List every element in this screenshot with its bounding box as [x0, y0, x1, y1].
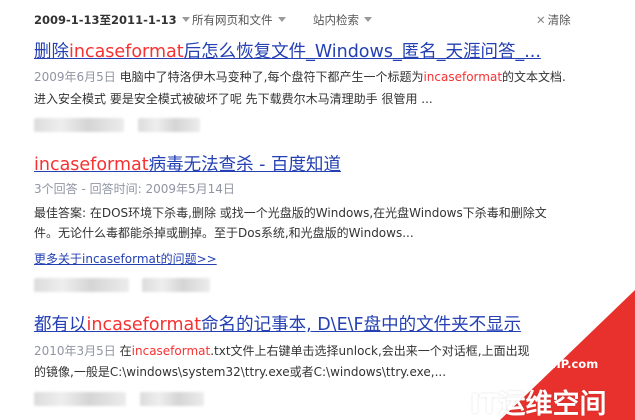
snippet-text: 在	[119, 344, 132, 358]
file-scope-label: 所有网页和文件	[192, 13, 273, 27]
snippet-text: 电脑中了特洛伊木马变种了,每个盘符下都产生一个标题为	[119, 70, 424, 84]
title-highlight: incaseformat	[34, 155, 149, 175]
result-date: 2009年6月5日	[34, 70, 116, 84]
watermark-site: www.94IP.com	[505, 357, 599, 371]
blurred-url	[142, 278, 210, 292]
result-snippet-line: 件。无论什么毒都能杀掉或删掉。至于Dos系统,和光盘版的Windows...	[34, 226, 414, 240]
blurred-url	[34, 392, 126, 406]
blurred-url	[138, 118, 200, 132]
file-scope-filter[interactable]: 所有网页和文件	[192, 12, 286, 28]
result-title-link[interactable]: incaseformat病毒无法查杀 - 百度知道	[34, 154, 341, 176]
time-range-label: 2009-1-13至2011-1-13	[34, 13, 177, 27]
result-date: 2010年3月5日	[34, 344, 116, 358]
clear-label: 清除	[547, 13, 571, 27]
title-text: 命名的记事本, D\E\F盘中的文件夹不显示	[201, 315, 522, 335]
title-text: 都有以	[34, 315, 87, 335]
clear-filters-button[interactable]: ✕ 清除	[536, 12, 571, 28]
result-snippet-line: 2009年6月5日 电脑中了特洛伊木马变种了,每个盘符下都产生一个标题为inca…	[34, 68, 566, 86]
snippet-highlight: incaseformat	[423, 70, 503, 84]
title-text: 病毒无法查杀 - 百度知道	[148, 155, 342, 175]
snippet-text: .txt文件上右键单击选择unlock,会出来一个对话框,上面出现	[210, 344, 530, 358]
title-text: 删除	[34, 42, 69, 62]
watermark-logo: IT运维空间	[470, 389, 607, 420]
search-filter-bar: 2009-1-13至2011-1-13 所有网页和文件 站内检索 ✕ 清除	[0, 0, 635, 40]
title-text: 后怎么恢复文件_Windows_匿名_天涯问答_...	[183, 42, 541, 62]
blurred-url	[34, 118, 124, 132]
time-range-filter[interactable]: 2009-1-13至2011-1-13	[34, 12, 190, 28]
snippet-highlight: incaseformat	[131, 344, 211, 358]
result-meta: 3个回答 - 回答时间: 2009年5月14日	[34, 182, 235, 196]
blurred-url	[140, 392, 204, 406]
close-icon: ✕	[536, 13, 546, 27]
more-questions-link[interactable]: 更多关于incaseformat的问题>>	[34, 250, 217, 268]
site-search-filter[interactable]: 站内检索	[313, 12, 372, 28]
result-snippet-line: 最佳答案: 在DOS环境下杀毒,删除 或找一个光盘版的Windows,在光盘Wi…	[34, 206, 547, 220]
result-snippet-line: 2010年3月5日 在incaseformat.txt文件上右键单击选择unlo…	[34, 342, 530, 360]
result-title-link[interactable]: 都有以incaseformat命名的记事本, D\E\F盘中的文件夹不显示	[34, 314, 521, 336]
chevron-down-icon	[364, 17, 372, 22]
title-highlight: incaseformat	[69, 42, 184, 62]
chevron-down-icon	[277, 17, 286, 22]
snippet-text: 的文本文档.	[502, 70, 566, 84]
result-title-link[interactable]: 删除incaseformat后怎么恢复文件_Windows_匿名_天涯问答_..…	[34, 41, 541, 63]
result-snippet-line: 进入安全模式 要是安全模式被破坏了呢 先下载费尔木马清理助手 很管用 ...	[34, 92, 433, 106]
result-snippet-line: 的镜像,一般是C:\windows\system32\ttry.exe或者C:\…	[34, 365, 447, 379]
blurred-url	[34, 278, 129, 292]
title-highlight: incaseformat	[86, 315, 202, 335]
chevron-down-icon	[181, 17, 190, 22]
site-search-label: 站内检索	[313, 13, 359, 27]
